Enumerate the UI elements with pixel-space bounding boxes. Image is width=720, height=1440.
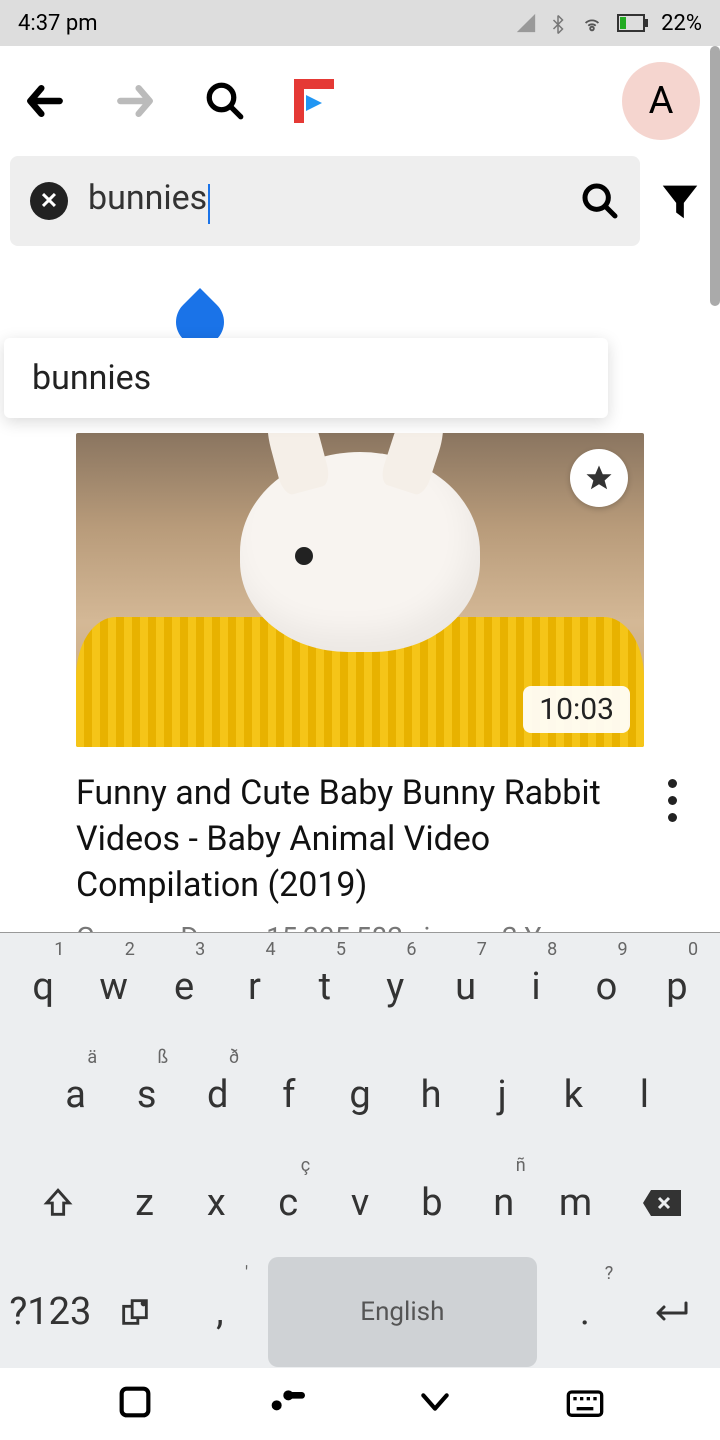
key-k[interactable]: k (538, 1041, 609, 1149)
clear-search-button[interactable]: ✕ (30, 182, 68, 220)
video-result[interactable]: 10:03 Funny and Cute Baby Bunny Rabbit V… (36, 433, 684, 954)
key-h[interactable]: h (396, 1041, 467, 1149)
key-z[interactable]: z (109, 1149, 181, 1257)
key-x[interactable]: x (180, 1149, 252, 1257)
search-suggestions: bunnies (4, 338, 608, 418)
forward-button[interactable] (110, 76, 160, 126)
key-g[interactable]: g (324, 1041, 395, 1149)
filter-button[interactable] (650, 171, 710, 231)
top-toolbar: A (0, 46, 720, 156)
emoji-key[interactable] (93, 1257, 178, 1367)
battery-icon (617, 14, 649, 32)
key-f[interactable]: f (253, 1041, 324, 1149)
app-logo-icon (290, 77, 338, 125)
key-p[interactable]: 0p (642, 933, 712, 1041)
more-options-button[interactable] (668, 771, 677, 954)
key-i[interactable]: 8i (501, 933, 571, 1041)
key-r[interactable]: 4r (219, 933, 289, 1041)
battery-percent: 22% (661, 11, 702, 36)
comma-key[interactable]: ' , (177, 1257, 262, 1367)
search-box: ✕ bunnies (10, 156, 640, 246)
status-bar: 4:37 pm 22% (0, 0, 720, 46)
shift-key[interactable] (8, 1149, 109, 1257)
status-time: 4:37 pm (18, 11, 98, 36)
period-key[interactable]: ? . (543, 1257, 628, 1367)
search-input[interactable]: bunnies (88, 178, 560, 225)
signal-icon (515, 12, 537, 34)
video-thumbnail[interactable]: 10:03 (76, 433, 644, 747)
key-u[interactable]: 7u (430, 933, 500, 1041)
key-j[interactable]: j (467, 1041, 538, 1149)
backspace-key[interactable] (611, 1149, 712, 1257)
status-icons: 22% (515, 11, 702, 36)
key-s[interactable]: ßs (111, 1041, 182, 1149)
enter-key[interactable] (627, 1257, 712, 1367)
search-submit-icon[interactable] (580, 181, 620, 221)
key-b[interactable]: b (396, 1149, 468, 1257)
key-w[interactable]: 2w (78, 933, 148, 1041)
wifi-icon (579, 12, 605, 34)
key-y[interactable]: 6y (360, 933, 430, 1041)
key-a[interactable]: äa (40, 1041, 111, 1149)
video-duration: 10:03 (523, 686, 630, 733)
navigation-bar (0, 1368, 720, 1440)
text-cursor (208, 184, 210, 224)
favorite-button[interactable] (570, 449, 628, 507)
search-button[interactable] (200, 76, 250, 126)
back-button[interactable] (20, 76, 70, 126)
key-e[interactable]: 3e (149, 933, 219, 1041)
bluetooth-icon (549, 11, 567, 35)
results-area: Search Results 10:03 Funny and Cute Baby… (36, 346, 684, 954)
key-t[interactable]: 5t (290, 933, 360, 1041)
key-l[interactable]: l (609, 1041, 680, 1149)
nav-back-button[interactable] (415, 1382, 455, 1426)
key-q[interactable]: 1q (8, 933, 78, 1041)
key-n[interactable]: ñn (468, 1149, 540, 1257)
key-c[interactable]: çc (252, 1149, 324, 1257)
suggestion-item[interactable]: bunnies (32, 358, 580, 398)
nav-recent-button[interactable] (115, 1382, 155, 1426)
key-v[interactable]: v (324, 1149, 396, 1257)
scrollbar[interactable] (710, 46, 720, 306)
key-d[interactable]: ðd (182, 1041, 253, 1149)
key-o[interactable]: 9o (571, 933, 641, 1041)
nav-home-button[interactable] (265, 1382, 305, 1426)
symbols-key[interactable]: ?123 (8, 1257, 93, 1367)
video-title: Funny and Cute Baby Bunny Rabbit Videos … (76, 771, 648, 909)
space-key[interactable]: English (268, 1257, 536, 1367)
key-m[interactable]: m (540, 1149, 612, 1257)
keyboard: 1q2w3e4r5t6y7u8i9o0p äaßsðdfghjkl zxçcvb… (0, 932, 720, 1440)
nav-keyboard-button[interactable] (565, 1382, 605, 1426)
search-value: bunnies (88, 178, 207, 218)
avatar[interactable]: A (622, 62, 700, 140)
avatar-letter: A (649, 79, 674, 123)
